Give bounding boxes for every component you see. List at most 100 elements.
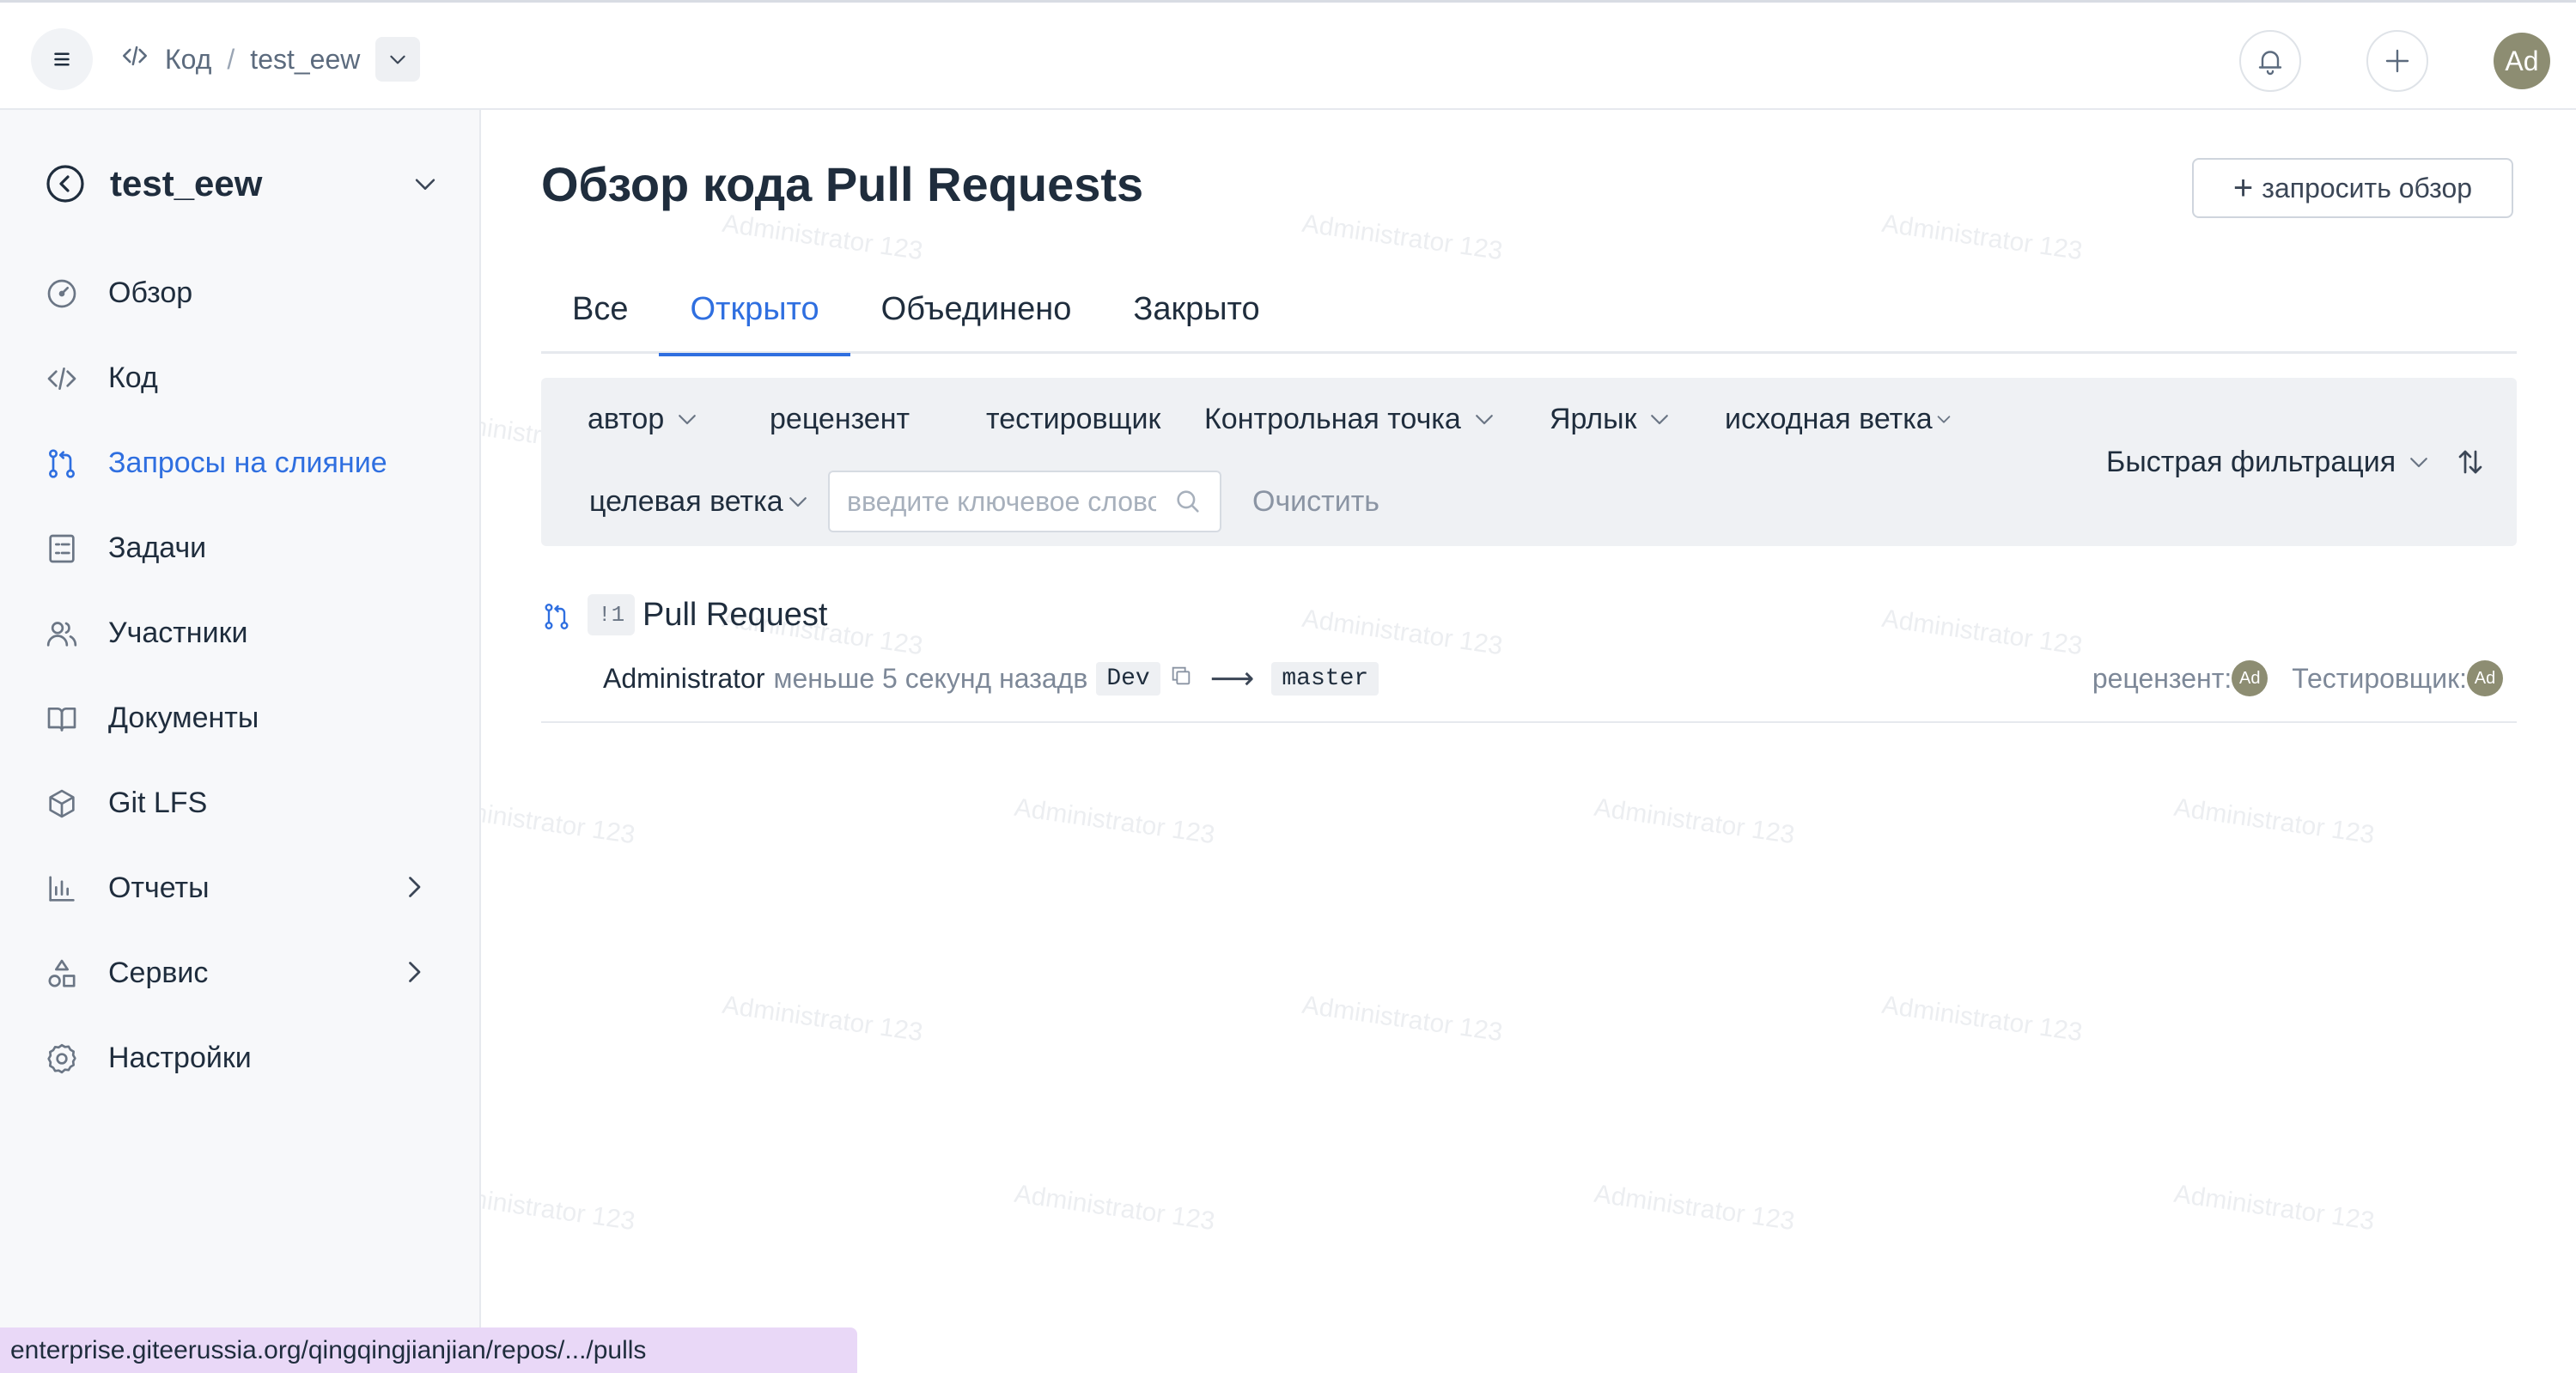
user-avatar[interactable]: Ad (2494, 33, 2550, 89)
author-filter[interactable]: автор (588, 395, 700, 443)
tester-avatar[interactable]: Ad (2467, 660, 2503, 696)
back-icon[interactable] (45, 163, 86, 204)
sidebar-nav: Обзор Код Запросы на слияние Задачи Учас… (0, 251, 481, 1101)
pr-meta: Administrator меньше 5 секунд назадв Dev… (603, 656, 1379, 701)
tab-merged[interactable]: Объединено (850, 264, 1103, 354)
members-icon (45, 617, 79, 651)
chevron-down-icon (789, 497, 807, 507)
sidebar-item-service[interactable]: Сервис (0, 931, 481, 1016)
label-filter[interactable]: Ярлык (1550, 395, 1672, 443)
reviewer-avatar[interactable]: Ad (2232, 660, 2268, 696)
sidebar-item-label: Документы (108, 702, 259, 734)
chevron-down-icon (1651, 415, 1669, 425)
pr-author[interactable]: Administrator (603, 663, 765, 695)
top-bar: Код / test_eew Ad (0, 0, 2576, 110)
reviewer-filter[interactable]: рецензент (770, 395, 910, 443)
target-branch-filter[interactable]: целевая ветка (589, 477, 811, 526)
search-icon[interactable] (1173, 487, 1203, 516)
menu-button[interactable] (31, 28, 93, 90)
author-filter-label: автор (588, 402, 665, 435)
pull-request-icon (541, 601, 572, 632)
chevron-down-icon (2410, 458, 2428, 468)
search-input[interactable] (847, 485, 1156, 518)
target-branch[interactable]: master (1271, 661, 1379, 696)
quick-filter[interactable]: Быстрая фильтрация (2106, 438, 2432, 486)
tester-filter[interactable]: тестировщик (986, 395, 1160, 443)
pull-request-icon (45, 447, 79, 481)
code-icon (45, 361, 79, 396)
breadcrumb-code[interactable]: Код (165, 44, 211, 76)
sidebar-item-settings[interactable]: Настройки (0, 1016, 481, 1101)
target-branch-filter-label: целевая ветка (589, 484, 783, 518)
request-review-label: запросить обзор (2262, 172, 2473, 204)
repo-header: test_eew (45, 158, 440, 210)
source-branch-filter[interactable]: исходная ветка (1725, 395, 1953, 443)
milestone-filter[interactable]: Контрольная точка (1204, 395, 1497, 443)
dashboard-icon (45, 276, 79, 311)
tester-label: Тестировщик: (2292, 662, 2467, 694)
gear-icon (45, 1042, 79, 1076)
sidebar-item-label: Задачи (108, 532, 207, 564)
sort-button[interactable] (2455, 438, 2489, 486)
notifications-button[interactable] (2239, 30, 2301, 92)
reviewer-filter-label: рецензент (770, 402, 910, 435)
tab-open[interactable]: Открыто (659, 264, 850, 356)
sidebar-item-git-lfs[interactable]: Git LFS (0, 761, 481, 846)
sort-icon (2458, 450, 2482, 474)
milestone-filter-label: Контрольная точка (1204, 402, 1461, 435)
chevron-down-icon (1937, 416, 1951, 423)
sidebar-item-label: Код (108, 361, 158, 394)
sidebar-item-reports[interactable]: Отчеты (0, 846, 481, 931)
clear-filters-button[interactable]: Очистить (1252, 477, 1379, 526)
tab-all[interactable]: Все (541, 264, 659, 354)
create-button[interactable] (2366, 30, 2428, 92)
tab-closed[interactable]: Закрыто (1102, 264, 1290, 354)
sidebar-item-label: Сервис (108, 957, 209, 989)
sidebar-item-docs[interactable]: Документы (0, 676, 481, 761)
breadcrumb-repo[interactable]: test_eew (250, 44, 360, 76)
sidebar-item-members[interactable]: Участники (0, 591, 481, 676)
request-review-button[interactable]: + запросить обзор (2192, 158, 2513, 218)
sidebar-item-overview[interactable]: Обзор (0, 251, 481, 336)
state-tabs: Все Открыто Объединено Закрыто (541, 264, 2517, 356)
main-content: Обзор кода Pull Requests + запросить обз… (541, 110, 2517, 1312)
plus-icon: + (2232, 169, 2254, 207)
chevron-right-icon (409, 962, 421, 982)
reviewer-label: рецензент: (2092, 662, 2232, 694)
keyword-search (828, 471, 1221, 532)
sidebar-item-label: Обзор (108, 276, 193, 309)
quick-filter-label: Быстрая фильтрация (2106, 445, 2396, 478)
page-title: Обзор кода Pull Requests (541, 157, 1144, 211)
repo-name[interactable]: test_eew (110, 163, 411, 204)
chevron-right-icon (409, 877, 421, 897)
filter-bar: автор рецензент тестировщик Контрольная … (541, 378, 2517, 546)
chevron-down-icon (679, 415, 697, 425)
chevron-down-icon (390, 55, 406, 64)
label-filter-label: Ярлык (1550, 402, 1637, 435)
book-icon (45, 702, 79, 736)
source-branch-filter-label: исходная ветка (1725, 402, 1933, 435)
breadcrumb: Код / test_eew (120, 35, 421, 83)
source-branch[interactable]: Dev (1096, 661, 1160, 696)
chevron-down-icon[interactable] (411, 169, 440, 198)
sidebar-item-label: Отчеты (108, 872, 210, 904)
pr-number-badge: !1 (588, 594, 636, 635)
code-icon (120, 41, 149, 77)
pull-request-row[interactable]: !1 Pull Request Administrator меньше 5 с… (541, 580, 2517, 723)
chevron-down-icon (1475, 415, 1493, 425)
sidebar-item-label: Git LFS (108, 787, 208, 819)
pr-assignees: рецензент: Ad Тестировщик: Ad (2092, 656, 2503, 701)
top-actions: Ad (2239, 30, 2550, 92)
sidebar: test_eew Обзор Код Запросы на слияние За… (0, 110, 481, 1373)
bell-icon (2258, 51, 2282, 76)
package-icon (45, 787, 79, 821)
sidebar-item-code[interactable]: Код (0, 336, 481, 421)
hamburger-icon (54, 52, 70, 66)
chart-icon (45, 872, 79, 906)
sidebar-item-tasks[interactable]: Задачи (0, 506, 481, 591)
link-preview-url: enterprise.giteerussia.org/qingqingjianj… (0, 1327, 857, 1373)
copy-icon[interactable] (1169, 663, 1193, 695)
sidebar-item-pull-requests[interactable]: Запросы на слияние (0, 421, 481, 506)
repo-switch-dropdown[interactable] (375, 37, 421, 82)
pr-title-link[interactable]: Pull Request (642, 594, 827, 635)
